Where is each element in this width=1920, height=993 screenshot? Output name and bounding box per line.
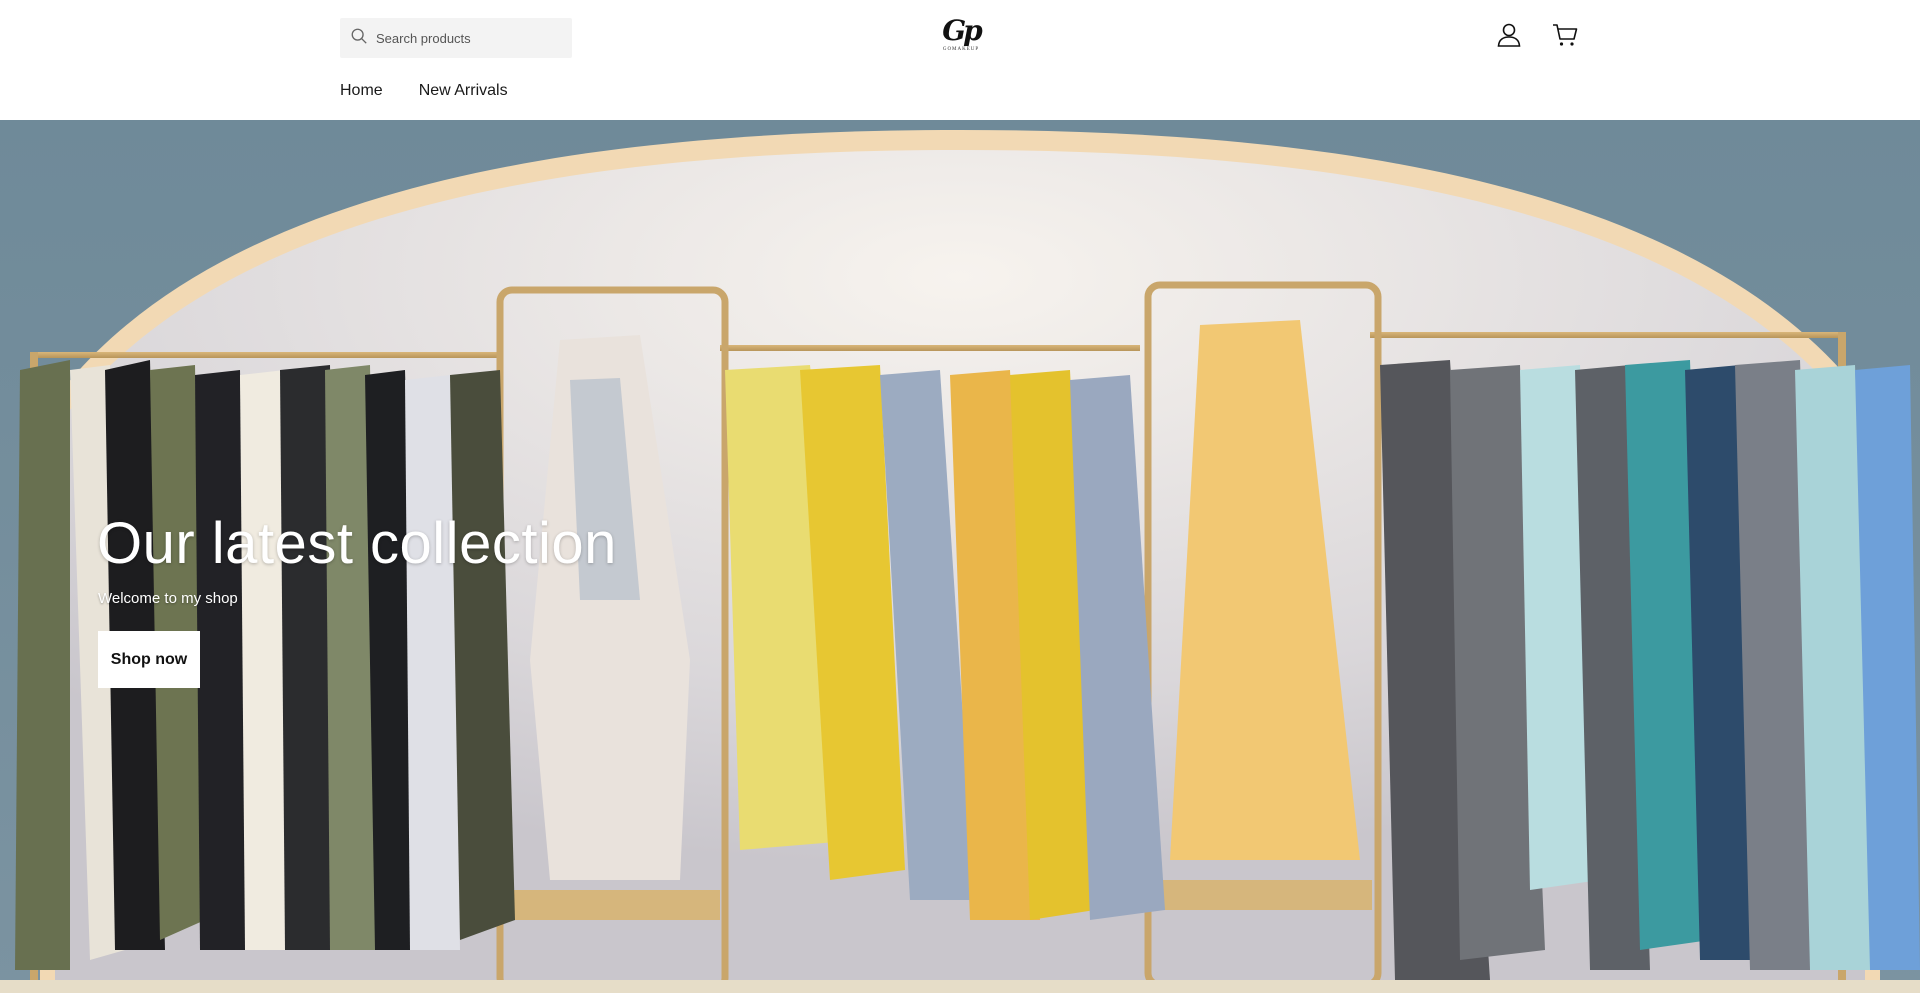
user-icon <box>1495 21 1523 54</box>
account-button[interactable] <box>1492 20 1526 54</box>
logo-subtitle: GOMAKEUP <box>942 47 980 52</box>
logo-monogram: Gp <box>942 14 983 47</box>
site-header: Gp GOMAKEUP Home New Arrivals <box>0 0 1920 120</box>
hero-title: Our latest collection <box>97 511 617 576</box>
search-icon <box>350 27 368 50</box>
hero-subtitle: Welcome to my shop <box>98 590 238 607</box>
main-nav: Home New Arrivals <box>340 82 508 100</box>
shop-now-button[interactable]: Shop now <box>98 631 200 688</box>
nav-home[interactable]: Home <box>340 82 383 100</box>
nav-new-arrivals[interactable]: New Arrivals <box>419 82 508 100</box>
search-bar[interactable] <box>340 18 572 58</box>
search-input[interactable] <box>376 30 566 46</box>
cart-button[interactable] <box>1548 20 1582 54</box>
cart-icon <box>1551 21 1579 54</box>
site-logo[interactable]: Gp GOMAKEUP <box>938 16 984 58</box>
hero-banner: Our latest collection Welcome to my shop… <box>0 120 1920 993</box>
